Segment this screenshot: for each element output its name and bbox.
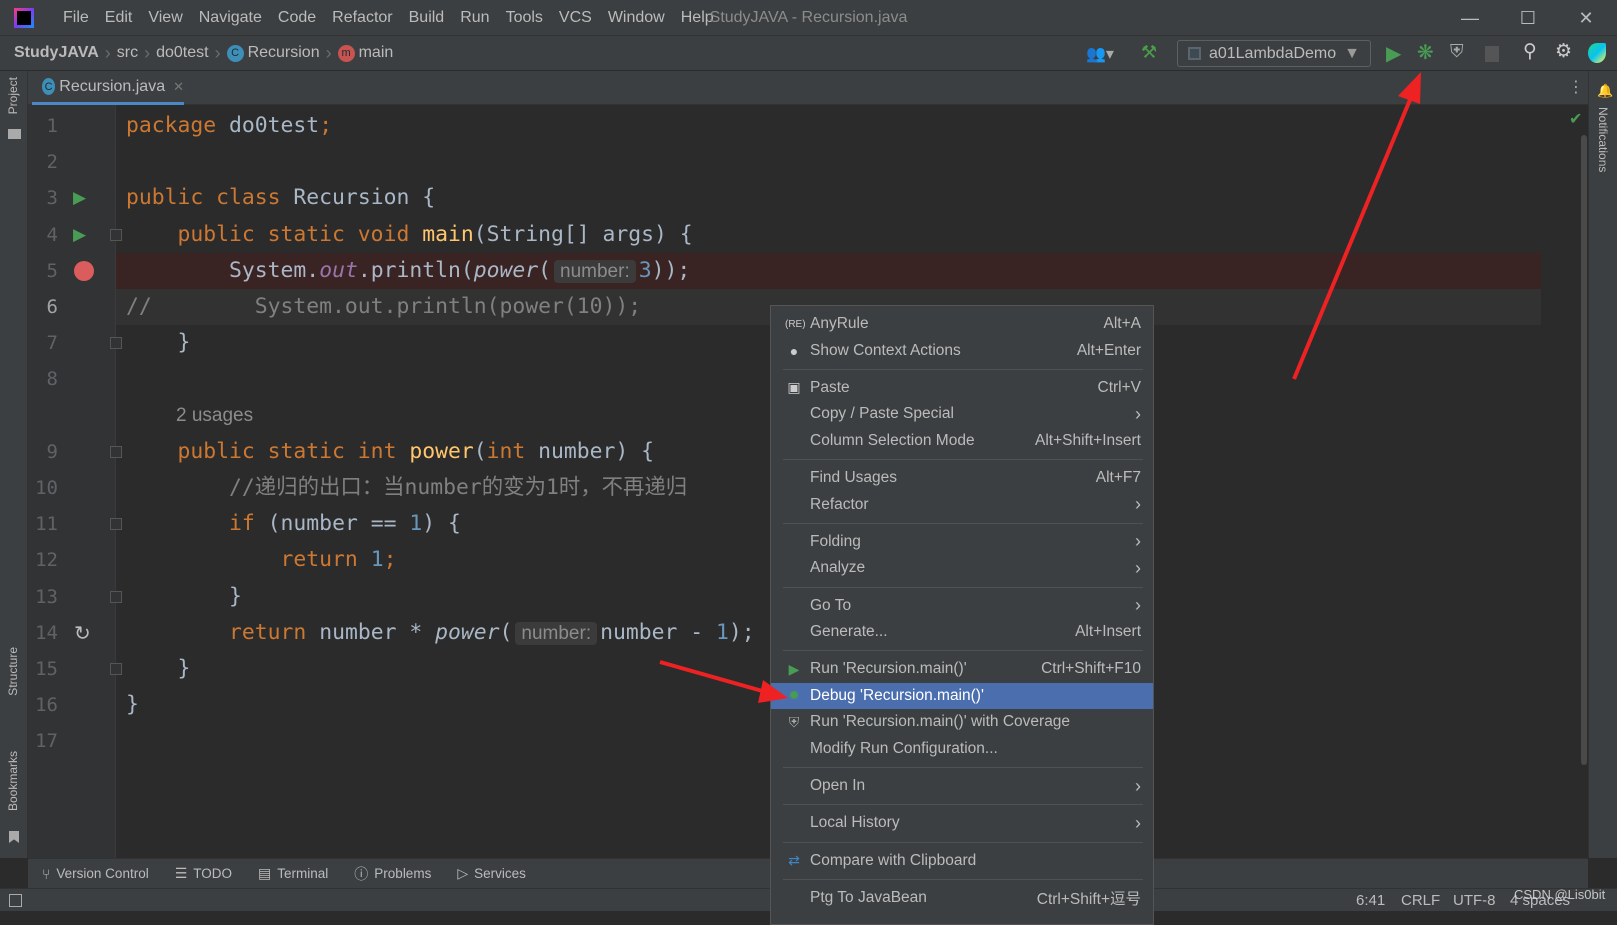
red-arrow-to-debug-toolbar [1292,72,1421,380]
red-arrow-to-debug-menu-item [659,660,788,703]
annotation-arrows [659,72,1421,703]
